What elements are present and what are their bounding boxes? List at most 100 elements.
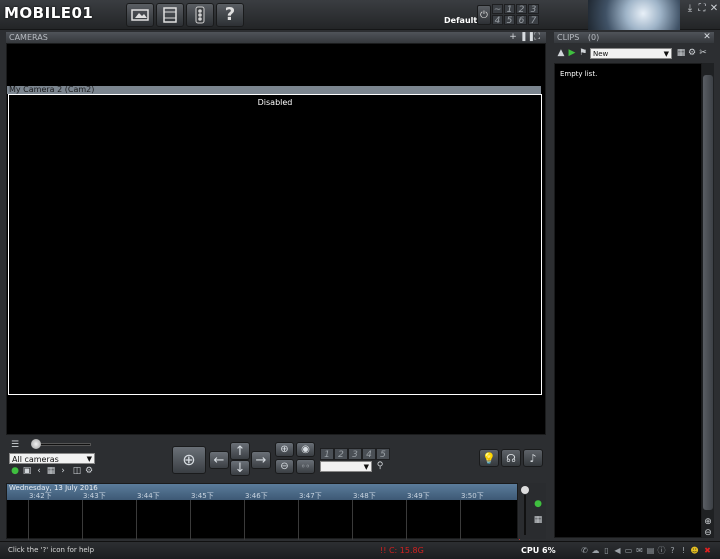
timeline-gridline xyxy=(136,500,137,540)
cloud-icon[interactable]: ☁ xyxy=(591,545,600,556)
live-icon[interactable]: ● xyxy=(533,499,543,509)
timeline-zoom-knob[interactable] xyxy=(521,486,529,494)
timeline-gridline xyxy=(190,500,191,540)
download-icon[interactable]: ⤓ xyxy=(684,3,696,15)
timeline-tick: 3:43下 xyxy=(83,492,106,500)
eye-banner-image xyxy=(588,0,680,30)
ptz-right-button[interactable]: → xyxy=(251,451,271,469)
focus-icon[interactable]: ◦◦ xyxy=(296,459,315,474)
timeline-header: Wednesday, 13 July 2016 3:42下 3:43下 3:44… xyxy=(7,484,517,500)
calendar-icon[interactable]: ▦ xyxy=(533,515,543,525)
server-icon[interactable]: ▤ xyxy=(646,545,655,556)
preset-button[interactable]: 2 xyxy=(334,448,348,460)
clips-count: (0) xyxy=(587,33,600,42)
pause-icon[interactable]: ❚❚ xyxy=(520,32,535,43)
prev-icon[interactable]: ‹ xyxy=(34,466,44,476)
traffic-light-icon[interactable] xyxy=(186,3,214,27)
camera-select[interactable]: All cameras ▼ xyxy=(9,453,95,464)
add-icon[interactable]: + xyxy=(508,32,518,43)
preset-button[interactable]: 1 xyxy=(320,448,334,460)
record-icon[interactable]: ● xyxy=(10,466,20,476)
clips-filter-select[interactable]: New ▼ xyxy=(590,48,672,59)
camera-title[interactable]: My Camera 2 (Cam2) xyxy=(7,86,541,94)
workspace-button[interactable]: ~ xyxy=(492,4,503,15)
timeline[interactable]: Wednesday, 13 July 2016 3:42下 3:43下 3:44… xyxy=(6,483,520,540)
mobile-icon[interactable]: ▯ xyxy=(602,545,611,556)
monitor-icon[interactable]: ▭ xyxy=(624,545,633,556)
light-icon[interactable]: 💡 xyxy=(479,449,499,467)
list-view-icon[interactable]: ☰ xyxy=(10,440,20,450)
gear-icon[interactable]: ⚙ xyxy=(84,466,94,476)
layout-icon[interactable]: ◫ xyxy=(72,466,82,476)
clips-scroll-thumb[interactable] xyxy=(703,75,713,510)
fullscreen-icon[interactable]: ⛶ xyxy=(532,32,542,43)
help-button[interactable]: ? xyxy=(216,3,244,27)
calendar-icon[interactable]: ▦ xyxy=(676,48,686,58)
workspace-button[interactable]: 4 xyxy=(492,15,503,26)
close-icon[interactable]: ✕ xyxy=(702,32,712,43)
zoom-out-icon[interactable]: ⊖ xyxy=(703,528,713,538)
timeline-tick: 3:45下 xyxy=(191,492,214,500)
profile-label: Default xyxy=(444,16,478,25)
headset-icon[interactable]: ☊ xyxy=(501,449,521,467)
fullscreen-icon[interactable]: ⛶ xyxy=(696,3,708,15)
preset-select[interactable]: ▼ xyxy=(320,461,372,472)
camera-frame[interactable]: Disabled xyxy=(8,94,542,395)
slider-knob[interactable] xyxy=(31,439,41,449)
status-bar: Click the '?' icon for help !! C: 15.8G … xyxy=(0,541,720,559)
top-toolbar: MOBILE01 ? Default ⏻ ~ 1 2 3 4 5 6 7 ⤓ ⛶… xyxy=(0,0,720,30)
timeline-tick: 3:42下 xyxy=(29,492,52,500)
snapshot-icon[interactable]: ▣ xyxy=(22,466,32,476)
tools-icon[interactable]: ✂ xyxy=(698,48,708,58)
eye-icon[interactable]: ◉ xyxy=(296,442,315,457)
workspace-button[interactable]: 7 xyxy=(528,15,539,26)
clips-list[interactable]: Empty list. xyxy=(554,63,702,538)
zoom-in-button[interactable]: ⊕ xyxy=(275,442,294,457)
exit-icon[interactable]: ✖ xyxy=(703,545,712,556)
warning-icon[interactable]: ▲ xyxy=(556,48,566,58)
phone-icon[interactable]: ✆ xyxy=(580,545,589,556)
power-icon[interactable]: ⏻ xyxy=(477,5,491,25)
workspace-button[interactable]: 2 xyxy=(516,4,527,15)
preset-button[interactable]: 4 xyxy=(362,448,376,460)
next-icon[interactable]: › xyxy=(58,466,68,476)
timeline-zoom-track[interactable] xyxy=(524,495,526,535)
ptz-target-button[interactable]: ⊕ xyxy=(172,446,206,474)
timeline-gridline xyxy=(82,500,83,540)
close-icon[interactable]: ✕ xyxy=(708,3,720,15)
workspace-button[interactable]: 1 xyxy=(504,4,515,15)
play-icon[interactable]: ▶ xyxy=(567,48,577,58)
ptz-down-button[interactable]: ↓ xyxy=(230,460,250,476)
location-icon[interactable]: ⚲ xyxy=(375,461,385,471)
timeline-tick: 3:48下 xyxy=(353,492,376,500)
ptz-left-button[interactable]: ← xyxy=(209,451,229,469)
temperature-status: !! C: 15.8G xyxy=(380,546,424,555)
preset-button[interactable]: 5 xyxy=(376,448,390,460)
gear-icon[interactable]: ⚙ xyxy=(687,48,697,58)
clips-header: CLIPS (0) xyxy=(554,32,714,43)
workspace-button[interactable]: 5 xyxy=(504,15,515,26)
chevron-down-icon: ▼ xyxy=(86,455,92,463)
help-text: Click the '?' icon for help xyxy=(8,546,95,554)
film-icon[interactable] xyxy=(156,3,184,27)
clips-empty-text: Empty list. xyxy=(560,70,598,78)
alert-icon[interactable]: ! xyxy=(679,545,688,556)
zoom-out-button[interactable]: ⊖ xyxy=(275,459,294,474)
info-icon[interactable]: ⓘ xyxy=(657,545,666,556)
smiley-icon[interactable]: ☻ xyxy=(690,545,699,556)
app-window: MOBILE01 ? Default ⏻ ~ 1 2 3 4 5 6 7 ⤓ ⛶… xyxy=(0,0,720,559)
video-icon[interactable] xyxy=(126,3,154,27)
zoom-slider[interactable] xyxy=(33,443,91,446)
timeline-tick: 3:46下 xyxy=(245,492,268,500)
help-icon[interactable]: ? xyxy=(668,545,677,556)
grid-icon[interactable]: ▦ xyxy=(46,466,56,476)
zoom-in-icon[interactable]: ⊕ xyxy=(703,517,713,527)
flag-icon[interactable]: ⚑ xyxy=(578,48,588,58)
mic-icon[interactable]: ♪ xyxy=(523,449,543,467)
megaphone-icon[interactable]: ◀ xyxy=(613,545,622,556)
preset-button[interactable]: 3 xyxy=(348,448,362,460)
ptz-up-button[interactable]: ↑ xyxy=(230,442,250,460)
workspace-button[interactable]: 3 xyxy=(528,4,539,15)
workspace-button[interactable]: 6 xyxy=(516,15,527,26)
mail-icon[interactable]: ✉ xyxy=(635,545,644,556)
